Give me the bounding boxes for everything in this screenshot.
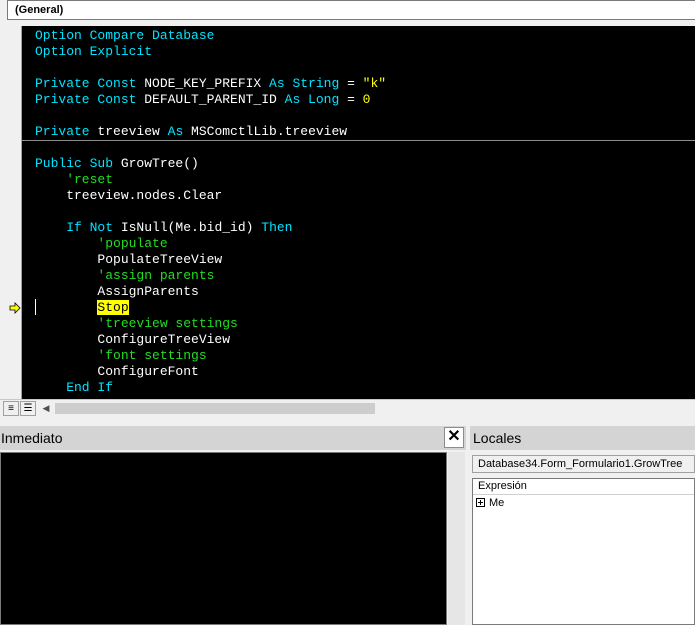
expand-plus-icon[interactable] [476, 498, 485, 507]
code-token: treeview.nodes.Clear [35, 188, 223, 203]
code-line[interactable]: If Not IsNull(Me.bid_id) Then [35, 220, 386, 236]
code-token: ConfigureFont [35, 364, 199, 379]
code-line[interactable]: Option Compare Database [35, 28, 386, 44]
locals-item-label: Me [489, 497, 505, 509]
code-token: Public Sub [35, 156, 121, 171]
procedure-view-icon[interactable]: ≡ [3, 401, 19, 416]
code-token: = [339, 76, 363, 91]
pane-splitter[interactable] [0, 417, 695, 426]
code-line[interactable]: End If [35, 380, 386, 396]
execution-point-arrow-icon [9, 302, 21, 314]
code-line[interactable] [35, 108, 386, 124]
code-line[interactable]: Private Const DEFAULT_PARENT_ID As Long … [35, 92, 386, 108]
code-line[interactable] [35, 204, 386, 220]
locals-window: Locales Database34.Form_Formulario1.Grow… [470, 426, 695, 625]
code-token: 'treeview settings [35, 316, 238, 331]
code-token: IsNull(Me.bid_id) [120, 220, 262, 235]
full-module-view-icon[interactable]: ☰ [20, 401, 36, 416]
code-line[interactable]: Private treeview As MSComctlLib.treeview [35, 124, 386, 140]
code-line[interactable]: Public Sub GrowTree() [35, 156, 386, 172]
code-token: = [339, 92, 363, 107]
code-line[interactable]: treeview.nodes.Clear [35, 188, 386, 204]
code-line[interactable]: PopulateTreeView [35, 252, 386, 268]
code-line[interactable]: Stop [35, 300, 386, 316]
scroll-left-icon[interactable]: ◀ [38, 401, 54, 416]
code-token: As [167, 124, 192, 139]
locals-list[interactable]: Expresión Me [472, 478, 695, 625]
code-token: 'populate [35, 236, 168, 251]
code-window: (General) Option Compare Database Option … [0, 0, 695, 417]
code-line[interactable]: ConfigureTreeView [35, 332, 386, 348]
code-token: Then [261, 220, 293, 235]
code-line[interactable] [35, 140, 386, 156]
code-line[interactable]: 'populate [35, 236, 386, 252]
object-combo[interactable]: (General) [7, 0, 695, 20]
code-line[interactable]: 'font settings [35, 348, 386, 364]
code-lines[interactable]: Option Compare Database Option Explicit P… [35, 28, 386, 396]
code-token: MSComctlLib.treeview [191, 124, 348, 139]
code-line[interactable]: AssignParents [35, 284, 386, 300]
code-line[interactable]: 'assign parents [35, 268, 386, 284]
code-token: 0 [362, 92, 371, 107]
code-token: As String [269, 76, 340, 91]
code-token: If Not [35, 220, 121, 235]
code-token: Option Explicit [35, 44, 153, 59]
horizontal-scrollbar-thumb[interactable] [55, 403, 375, 414]
code-token: Option Compare Database [35, 28, 215, 43]
locals-context: Database34.Form_Formulario1.GrowTree [472, 455, 695, 473]
code-line[interactable]: 'treeview settings [35, 316, 386, 332]
vertical-scrollbar[interactable] [448, 452, 465, 625]
code-token: Private [35, 124, 98, 139]
code-token: PopulateTreeView [35, 252, 223, 267]
code-token: DEFAULT_PARENT_ID [144, 92, 285, 107]
close-icon[interactable]: ✕ [444, 427, 464, 448]
code-line[interactable]: Private Const NODE_KEY_PREFIX As String … [35, 76, 386, 92]
code-window-bottom-bar: ≡ ☰ ◀ [0, 399, 695, 417]
margin-indicator-bar[interactable] [0, 26, 22, 399]
code-token: 'reset [35, 172, 114, 187]
code-token: Private Const [35, 76, 145, 91]
locals-window-title: Locales [470, 426, 695, 450]
code-token: treeview [97, 124, 168, 139]
code-token: AssignParents [35, 284, 199, 299]
code-token: Private Const [35, 92, 145, 107]
code-editor[interactable]: Option Compare Database Option Explicit P… [0, 26, 695, 399]
code-token: ConfigureTreeView [35, 332, 231, 347]
vba-editor: (General) Option Compare Database Option … [0, 0, 695, 625]
code-token: GrowTree() [120, 156, 199, 171]
code-token: NODE_KEY_PREFIX [144, 76, 270, 91]
column-header-expression[interactable]: Expresión [473, 479, 694, 495]
code-token: 'assign parents [35, 268, 215, 283]
code-line[interactable]: Option Explicit [35, 44, 386, 60]
stop-statement-highlight: Stop [97, 300, 129, 315]
code-token: 'font settings [35, 348, 207, 363]
code-token: As Long [284, 92, 340, 107]
code-line[interactable] [35, 60, 386, 76]
immediate-window-title: Inmediato [0, 426, 466, 450]
immediate-window: Inmediato ✕ [0, 426, 466, 625]
code-token: End If [35, 380, 114, 395]
code-line[interactable]: 'reset [35, 172, 386, 188]
code-line[interactable]: ConfigureFont [35, 364, 386, 380]
immediate-input[interactable] [0, 452, 447, 625]
code-token: "k" [362, 76, 387, 91]
